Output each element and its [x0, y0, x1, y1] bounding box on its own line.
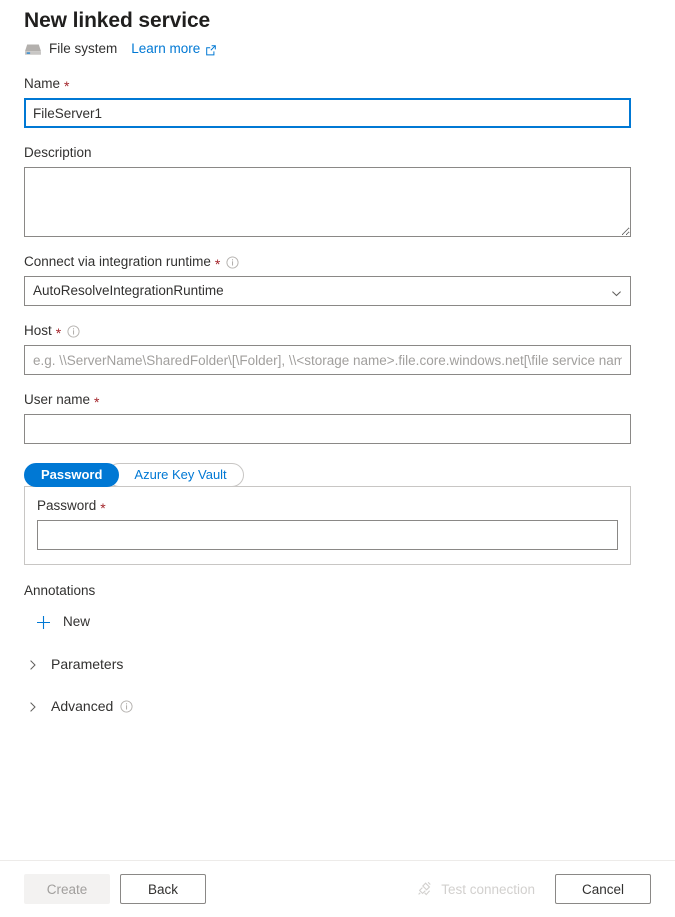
chevron-right-icon — [27, 700, 39, 712]
name-field-group: Name * — [24, 75, 651, 128]
file-system-drive-icon — [24, 42, 42, 57]
host-label-row: Host * — [24, 322, 651, 340]
password-label: Password — [37, 498, 97, 513]
name-label: Name — [24, 76, 61, 91]
password-panel: Password * — [24, 486, 631, 565]
info-icon[interactable] — [120, 699, 133, 713]
integration-runtime-select-wrap: AutoResolveIntegrationRuntime — [24, 276, 631, 306]
add-annotation-button[interactable]: New — [36, 612, 651, 632]
description-field-group: Description — [24, 144, 651, 237]
cancel-button[interactable]: Cancel — [555, 874, 651, 904]
create-button[interactable]: Create — [24, 874, 110, 904]
section-parameters-label: Parameters — [51, 656, 124, 672]
user-name-label: User name — [24, 392, 91, 407]
user-name-field-group: User name * — [24, 391, 651, 444]
new-linked-service-panel: New linked service File system Learn mor… — [0, 0, 675, 917]
external-link-icon — [205, 43, 217, 56]
section-advanced-label: Advanced — [51, 698, 114, 714]
integration-runtime-field-group: Connect via integration runtime * AutoRe… — [24, 253, 651, 306]
section-advanced[interactable]: Advanced — [24, 696, 651, 716]
host-input[interactable] — [24, 345, 631, 375]
password-input[interactable] — [37, 520, 618, 550]
user-name-label-row: User name * — [24, 391, 651, 409]
info-icon[interactable] — [226, 255, 239, 269]
description-label: Description — [24, 145, 92, 160]
info-icon[interactable] — [67, 324, 80, 338]
plug-connection-icon — [416, 881, 432, 897]
host-required-asterisk: * — [55, 325, 62, 341]
integration-runtime-select[interactable]: AutoResolveIntegrationRuntime — [24, 276, 631, 306]
form-content: New linked service File system Learn mor… — [0, 0, 675, 860]
learn-more-link[interactable]: Learn more — [131, 40, 217, 58]
page-title: New linked service — [24, 9, 211, 32]
service-type-label: File system — [49, 41, 118, 56]
name-required-asterisk: * — [64, 78, 70, 94]
user-name-required-asterisk: * — [94, 394, 100, 410]
tab-azure-key-vault[interactable]: Azure Key Vault — [107, 463, 244, 487]
add-annotation-label: New — [63, 614, 91, 629]
test-connection-label: Test connection — [441, 881, 535, 897]
learn-more-label: Learn more — [131, 41, 201, 56]
password-label-row: Password * — [37, 497, 618, 515]
tab-password[interactable]: Password — [24, 463, 120, 487]
integration-runtime-label-row: Connect via integration runtime * — [24, 253, 651, 271]
description-label-row: Description — [24, 144, 651, 162]
footer-action-bar: Create Back Test connection Cancel — [0, 860, 675, 917]
auth-type-toggle: Password Azure Key Vault — [24, 463, 244, 487]
plus-icon — [36, 615, 51, 630]
name-label-row: Name * — [24, 75, 651, 93]
section-parameters[interactable]: Parameters — [24, 654, 651, 674]
integration-runtime-label: Connect via integration runtime — [24, 254, 211, 269]
password-required-asterisk: * — [100, 500, 106, 516]
annotations-label: Annotations — [24, 583, 96, 598]
host-field-group: Host * — [24, 322, 651, 375]
test-connection-button[interactable]: Test connection — [416, 881, 535, 897]
service-type-row: File system Learn more — [24, 39, 651, 59]
chevron-right-icon — [27, 658, 39, 670]
back-button[interactable]: Back — [120, 874, 206, 904]
description-textarea[interactable] — [24, 167, 631, 237]
user-name-input[interactable] — [24, 414, 631, 444]
integration-runtime-required-asterisk: * — [214, 256, 221, 272]
host-label: Host — [24, 323, 52, 338]
name-input[interactable] — [24, 98, 631, 128]
